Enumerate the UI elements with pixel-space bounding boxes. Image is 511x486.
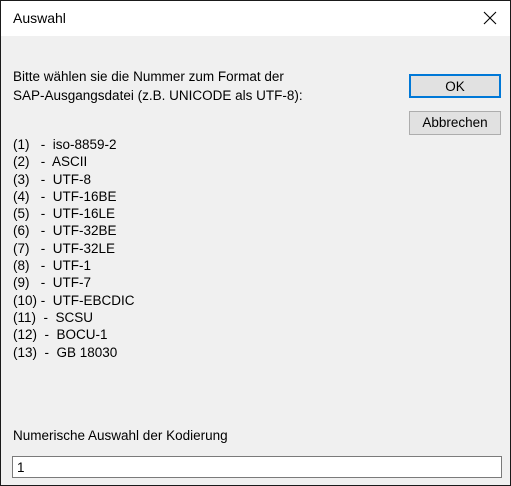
option-item: (1) - iso-8859-2 <box>13 137 117 152</box>
encoding-options-list: (1) - iso-8859-2 (2) - ASCII (3) - UTF-8… <box>13 136 135 361</box>
option-item: (12) - BOCU-1 <box>13 327 108 343</box>
option-item: (8) - UTF-1 <box>13 258 91 274</box>
close-button[interactable] <box>470 1 510 36</box>
ok-button[interactable]: OK <box>409 74 501 98</box>
option-item: (4) - UTF-16BE <box>13 188 117 204</box>
option-item: (3) - UTF-8 <box>13 171 91 187</box>
option-item: (7) - UTF-32LE <box>13 240 116 256</box>
prompt-text: Bitte wählen sie die Nummer zum Format d… <box>13 69 303 103</box>
encoding-input[interactable] <box>12 456 502 478</box>
option-item: (6) - UTF-32BE <box>13 223 117 239</box>
option-item: (10) - UTF-EBCDIC <box>13 292 135 308</box>
option-item: (9) - UTF-7 <box>13 275 91 291</box>
option-item: (11) - SCSU <box>13 309 94 325</box>
window-title: Auswahl <box>13 10 66 26</box>
encoding-input-label: Numerische Auswahl der Kodierung <box>13 428 228 443</box>
option-item: (5) - UTF-16LE <box>13 206 116 222</box>
option-item: (2) - ASCII <box>13 154 88 170</box>
cancel-button[interactable]: Abbrechen <box>409 111 501 135</box>
title-bar: Auswahl <box>1 1 510 36</box>
option-item: (13) - GB 18030 <box>13 344 118 360</box>
close-icon <box>483 11 497 25</box>
dialog-window: Auswahl Bitte wählen sie die Nummer zum … <box>0 0 511 486</box>
